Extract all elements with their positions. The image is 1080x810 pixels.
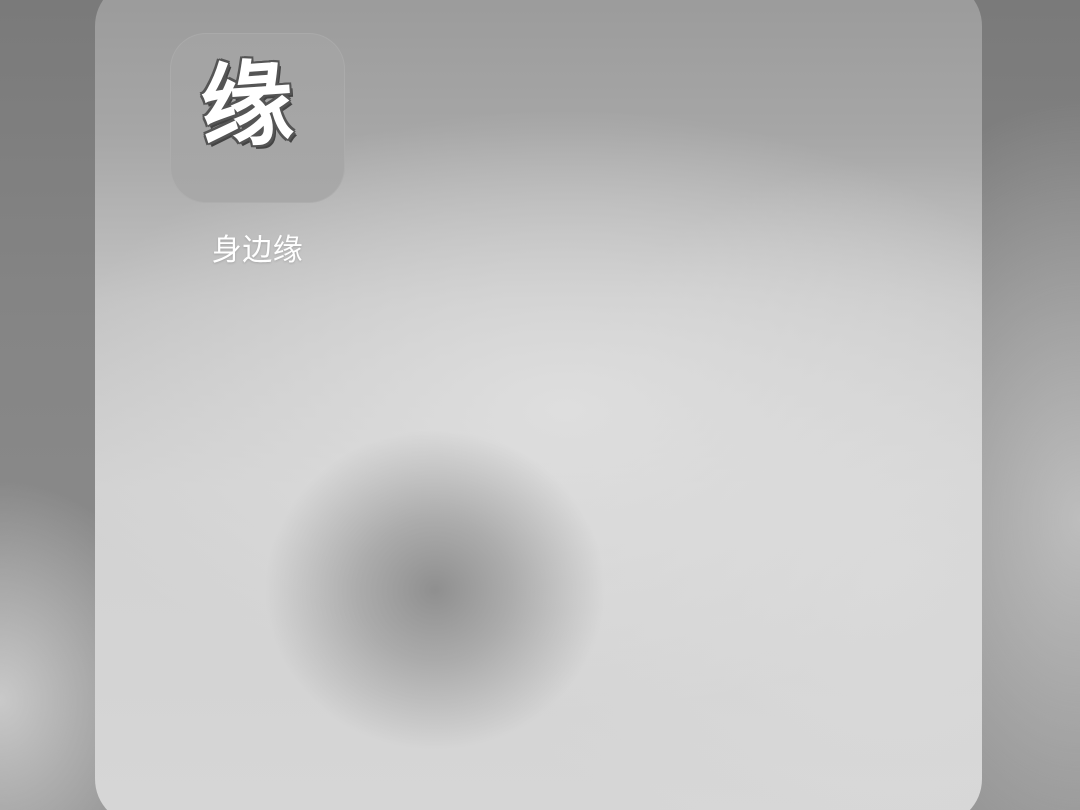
app-folder-panel: 缘 身边缘 <box>95 0 982 810</box>
app-icon-shenbianyuan[interactable]: 缘 <box>170 33 345 203</box>
app-label-shenbianyuan[interactable]: 身边缘 <box>170 225 345 269</box>
yuan-logo-icon: 缘 <box>197 48 298 163</box>
